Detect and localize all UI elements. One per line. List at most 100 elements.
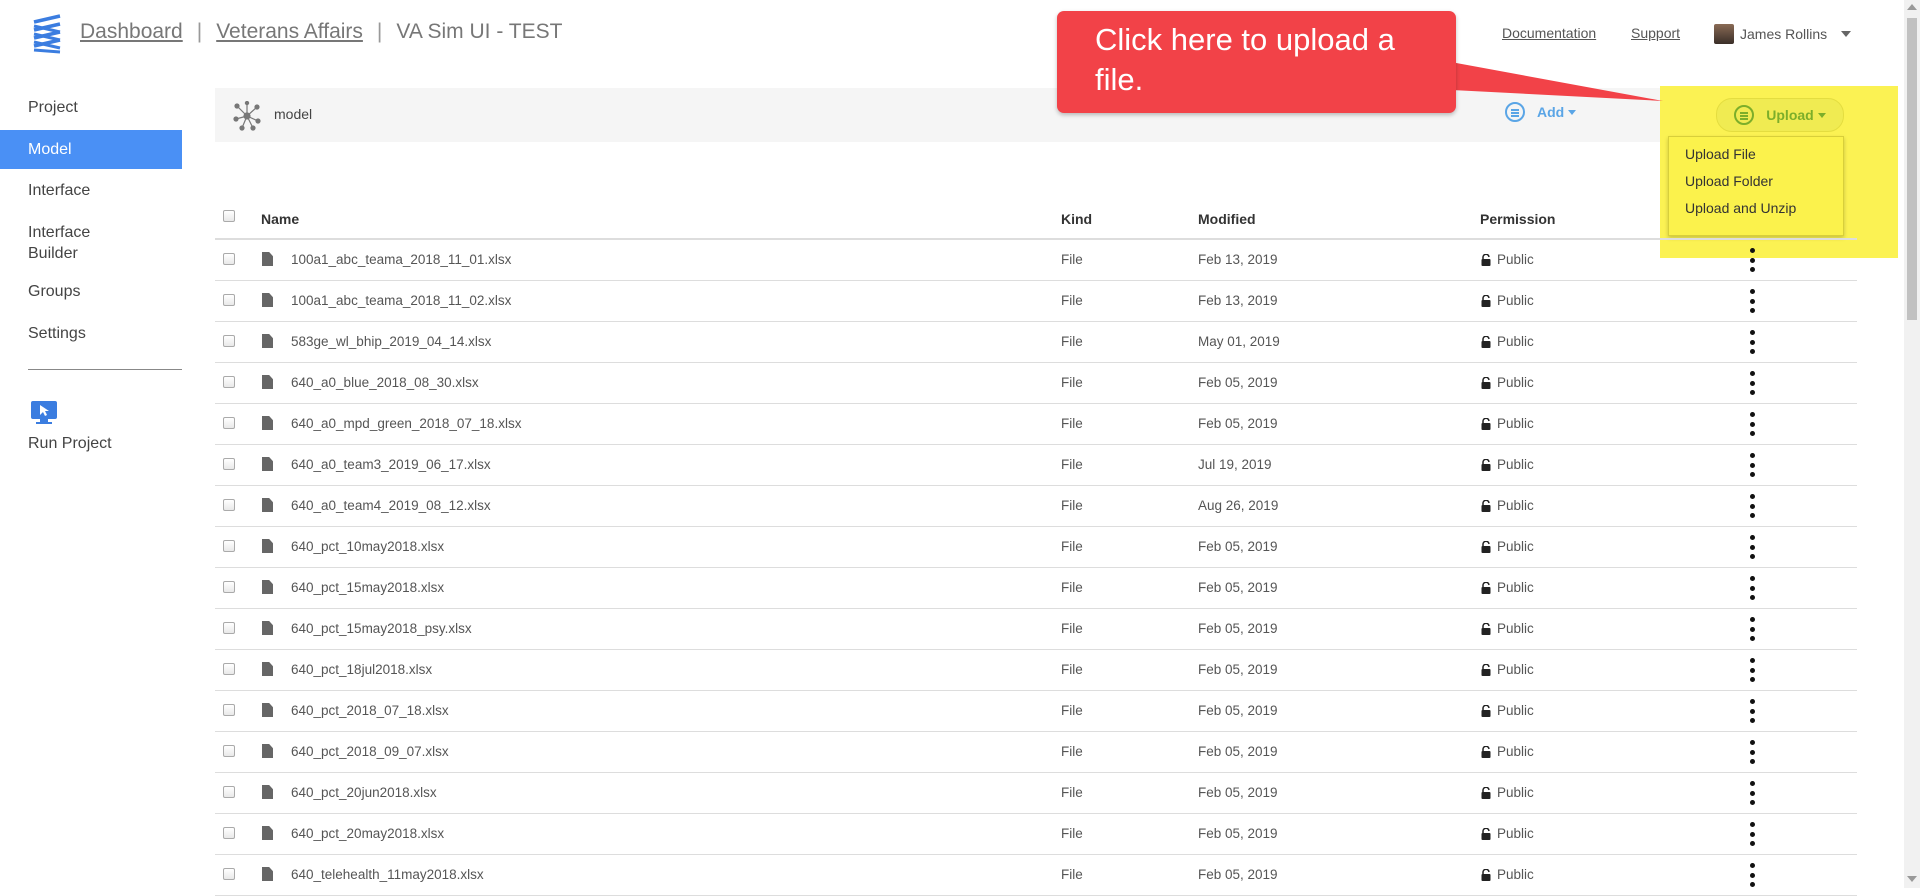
- more-options-icon[interactable]: [1750, 699, 1755, 723]
- table-row[interactable]: 640_a0_blue_2018_08_30.xlsx File Feb 05, 2…: [215, 363, 1857, 404]
- more-options-icon[interactable]: [1750, 453, 1755, 477]
- more-options-icon[interactable]: [1750, 289, 1755, 313]
- file-icon: [262, 539, 273, 553]
- column-header-permission[interactable]: Permission: [1480, 211, 1555, 227]
- more-options-icon[interactable]: [1750, 863, 1755, 887]
- row-checkbox[interactable]: [223, 540, 235, 552]
- menu-upload-and-unzip[interactable]: Upload and Unzip: [1685, 200, 1796, 216]
- unlock-icon: [1481, 500, 1491, 512]
- file-name[interactable]: 100a1_abc_teama_2018_11_02.xlsx: [291, 293, 511, 308]
- table-row[interactable]: 640_pct_10may2018.xlsx File Feb 05, 2019 Pu…: [215, 527, 1857, 568]
- file-permission: Public: [1497, 744, 1534, 759]
- scrollbar-thumb[interactable]: [1907, 18, 1917, 320]
- callout-pointer: [1440, 60, 1663, 101]
- column-header-name[interactable]: Name: [261, 211, 299, 227]
- file-permission: Public: [1497, 539, 1534, 554]
- sidebar-item-groups[interactable]: Groups: [0, 283, 182, 303]
- file-name[interactable]: 640_telehealth_11may2018.xlsx: [291, 867, 484, 882]
- table-row[interactable]: 100a1_abc_teama_2018_11_02.xlsx File Feb 1…: [215, 281, 1857, 322]
- file-name[interactable]: 640_pct_18jul2018.xlsx: [291, 662, 432, 677]
- column-header-kind[interactable]: Kind: [1061, 211, 1092, 227]
- more-options-icon[interactable]: [1750, 576, 1755, 600]
- unlock-icon: [1481, 623, 1491, 635]
- table-row[interactable]: 640_pct_20may2018.xlsx File Feb 05, 2019 Pu…: [215, 814, 1857, 855]
- table-row[interactable]: 640_pct_18jul2018.xlsx File Feb 05, 2019 Pu…: [215, 650, 1857, 691]
- sidebar-item-settings[interactable]: Settings: [0, 325, 182, 345]
- table-row[interactable]: 640_pct_2018_07_18.xlsx File Feb 05, 2019 P…: [215, 691, 1857, 732]
- more-options-icon[interactable]: [1750, 781, 1755, 805]
- file-permission: Public: [1497, 785, 1534, 800]
- row-checkbox[interactable]: [223, 458, 235, 470]
- sidebar-item-interface-builder[interactable]: Interface Builder: [0, 222, 182, 264]
- file-modified: Feb 13, 2019: [1198, 293, 1278, 308]
- column-header-modified[interactable]: Modified: [1198, 211, 1256, 227]
- row-checkbox[interactable]: [223, 786, 235, 798]
- table-row[interactable]: 640_pct_15may2018_psy.xlsx File Feb 05, 20…: [215, 609, 1857, 650]
- more-options-icon[interactable]: [1750, 617, 1755, 641]
- file-name[interactable]: 640_pct_2018_07_18.xlsx: [291, 703, 449, 718]
- file-icon: [262, 334, 273, 348]
- table-row[interactable]: 640_a0_team3_2019_06_17.xlsx File Jul 19, …: [215, 445, 1857, 486]
- file-name[interactable]: 640_a0_team4_2019_08_12.xlsx: [291, 498, 491, 513]
- file-name[interactable]: 640_pct_20may2018.xlsx: [291, 826, 444, 841]
- unlock-icon: [1481, 459, 1491, 471]
- unlock-icon: [1481, 746, 1491, 758]
- file-modified: May 01, 2019: [1198, 334, 1280, 349]
- file-name[interactable]: 640_pct_15may2018_psy.xlsx: [291, 621, 472, 636]
- file-name[interactable]: 640_pct_10may2018.xlsx: [291, 539, 444, 554]
- scroll-up-arrow[interactable]: [1907, 4, 1917, 10]
- select-all-checkbox[interactable]: [223, 210, 235, 222]
- row-checkbox[interactable]: [223, 745, 235, 757]
- row-checkbox[interactable]: [223, 622, 235, 634]
- file-kind: File: [1061, 293, 1083, 308]
- row-checkbox[interactable]: [223, 663, 235, 675]
- more-options-icon[interactable]: [1750, 494, 1755, 518]
- file-name[interactable]: 583ge_wl_bhip_2019_04_14.xlsx: [291, 334, 491, 349]
- table-row[interactable]: 640_a0_team4_2019_08_12.xlsx File Aug 26, …: [215, 486, 1857, 527]
- run-project-link[interactable]: Run Project: [28, 435, 112, 453]
- table-row[interactable]: 640_a0_mpd_green_2018_07_18.xlsx File Feb …: [215, 404, 1857, 445]
- file-name[interactable]: 640_pct_20jun2018.xlsx: [291, 785, 437, 800]
- file-name[interactable]: 640_a0_blue_2018_08_30.xlsx: [291, 375, 479, 390]
- run-project-icon[interactable]: [30, 400, 58, 426]
- row-checkbox[interactable]: [223, 376, 235, 388]
- row-checkbox[interactable]: [223, 827, 235, 839]
- row-checkbox[interactable]: [223, 417, 235, 429]
- file-name[interactable]: 640_a0_team3_2019_06_17.xlsx: [291, 457, 491, 472]
- row-checkbox[interactable]: [223, 581, 235, 593]
- file-name[interactable]: 640_pct_2018_09_07.xlsx: [291, 744, 449, 759]
- more-options-icon[interactable]: [1750, 822, 1755, 846]
- more-options-icon[interactable]: [1750, 371, 1755, 395]
- more-options-icon[interactable]: [1750, 658, 1755, 682]
- table-row[interactable]: 583ge_wl_bhip_2019_04_14.xlsx File May 01,…: [215, 322, 1857, 363]
- table-row[interactable]: 640_pct_2018_09_07.xlsx File Feb 05, 2019 P…: [215, 732, 1857, 773]
- more-options-icon[interactable]: [1750, 535, 1755, 559]
- row-checkbox[interactable]: [223, 868, 235, 880]
- unlock-icon: [1481, 869, 1491, 881]
- more-options-icon[interactable]: [1750, 412, 1755, 436]
- file-kind: File: [1061, 334, 1083, 349]
- file-modified: Aug 26, 2019: [1198, 498, 1279, 513]
- row-checkbox[interactable]: [223, 253, 235, 265]
- row-checkbox[interactable]: [223, 704, 235, 716]
- table-row[interactable]: 640_pct_20jun2018.xlsx File Feb 05, 2019 Pu…: [215, 773, 1857, 814]
- more-options-icon[interactable]: [1750, 740, 1755, 764]
- file-icon: [262, 703, 273, 717]
- row-checkbox[interactable]: [223, 499, 235, 511]
- file-name[interactable]: 100a1_abc_teama_2018_11_01.xlsx: [291, 252, 511, 267]
- table-row[interactable]: 640_pct_15may2018.xlsx File Feb 05, 2019 Pu…: [215, 568, 1857, 609]
- file-name[interactable]: 640_pct_15may2018.xlsx: [291, 580, 444, 595]
- table-row[interactable]: 640_telehealth_11may2018.xlsx File Feb 05,…: [215, 855, 1857, 896]
- file-modified: Feb 05, 2019: [1198, 785, 1278, 800]
- file-modified: Feb 05, 2019: [1198, 539, 1278, 554]
- file-permission: Public: [1497, 293, 1534, 308]
- row-checkbox[interactable]: [223, 335, 235, 347]
- file-name[interactable]: 640_a0_mpd_green_2018_07_18.xlsx: [291, 416, 521, 431]
- scroll-down-arrow[interactable]: [1907, 876, 1917, 882]
- unlock-icon: [1481, 582, 1491, 594]
- file-permission: Public: [1497, 826, 1534, 841]
- more-options-icon[interactable]: [1750, 248, 1755, 272]
- row-checkbox[interactable]: [223, 294, 235, 306]
- table-row[interactable]: 100a1_abc_teama_2018_11_01.xlsx File Feb 1…: [215, 240, 1857, 281]
- more-options-icon[interactable]: [1750, 330, 1755, 354]
